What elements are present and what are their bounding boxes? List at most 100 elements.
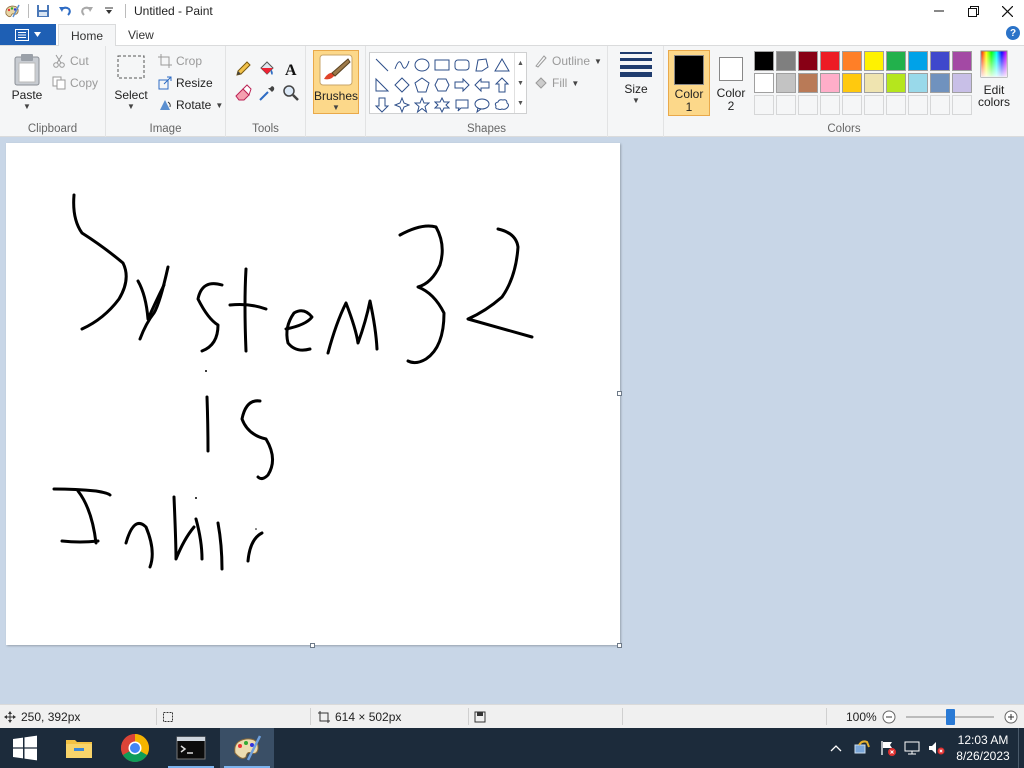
crop-button[interactable]: Crop <box>158 54 202 68</box>
custom-color-slot[interactable] <box>908 95 928 115</box>
palette-swatch[interactable] <box>930 51 950 71</box>
custom-color-slot[interactable] <box>776 95 796 115</box>
custom-color-slot[interactable] <box>842 95 862 115</box>
resize-button[interactable]: Resize <box>158 76 213 90</box>
palette-swatch[interactable] <box>754 73 774 93</box>
pencil-icon[interactable] <box>232 58 254 80</box>
redo-icon[interactable] <box>77 1 97 21</box>
up-arrow-shape-icon[interactable] <box>492 75 512 95</box>
restore-button[interactable] <box>956 0 990 22</box>
six-point-star-shape-icon[interactable] <box>432 95 452 115</box>
palette-swatch[interactable] <box>820 51 840 71</box>
left-arrow-shape-icon[interactable] <box>472 75 492 95</box>
palette-swatch[interactable] <box>864 51 884 71</box>
oval-shape-icon[interactable] <box>412 55 432 75</box>
zoom-in-button[interactable] <box>1004 705 1018 728</box>
palette-swatch[interactable] <box>776 51 796 71</box>
five-point-star-shape-icon[interactable] <box>412 95 432 115</box>
rounded-rectangle-shape-icon[interactable] <box>452 55 472 75</box>
cut-button[interactable]: Cut <box>52 54 89 68</box>
show-desktop-button[interactable] <box>1018 728 1024 768</box>
action-center-button[interactable] <box>876 739 900 757</box>
zoom-out-button[interactable] <box>882 705 896 728</box>
drawing-canvas[interactable] <box>6 143 622 648</box>
rotate-button[interactable]: Rotate ▼ <box>158 98 223 112</box>
custom-color-slot[interactable] <box>798 95 818 115</box>
copy-button[interactable]: Copy <box>52 76 98 90</box>
tab-view[interactable]: View <box>116 24 166 46</box>
select-button[interactable]: Select ▼ <box>112 54 150 111</box>
paste-button[interactable]: Paste ▼ <box>8 52 46 111</box>
diamond-shape-icon[interactable] <box>392 75 412 95</box>
undo-icon[interactable] <box>55 1 75 21</box>
palette-swatch[interactable] <box>798 51 818 71</box>
show-hidden-icons-button[interactable] <box>824 744 848 752</box>
four-point-star-shape-icon[interactable] <box>392 95 412 115</box>
down-arrow-shape-icon[interactable] <box>372 95 392 115</box>
resize-handle-right[interactable] <box>617 391 622 396</box>
resize-handle-bottom[interactable] <box>310 643 315 648</box>
rectangle-shape-icon[interactable] <box>432 55 452 75</box>
eraser-icon[interactable] <box>232 82 254 104</box>
oval-callout-shape-icon[interactable] <box>472 95 492 115</box>
palette-swatch[interactable] <box>952 51 972 71</box>
paint-taskbar-button[interactable] <box>220 728 274 768</box>
triangle-shape-icon[interactable] <box>492 55 512 75</box>
shapes-scrollbar[interactable]: ▲ ▼ ▼ <box>514 53 526 113</box>
magnifier-icon[interactable] <box>280 82 302 104</box>
palette-swatch[interactable] <box>842 51 862 71</box>
palette-swatch[interactable] <box>886 73 906 93</box>
tab-home[interactable]: Home <box>58 24 117 47</box>
customize-qat-icon[interactable] <box>99 1 119 21</box>
resize-handle-corner[interactable] <box>617 643 622 648</box>
text-icon[interactable]: A <box>280 58 302 80</box>
palette-swatch[interactable] <box>754 51 774 71</box>
cloud-callout-shape-icon[interactable] <box>492 95 512 115</box>
chrome-button[interactable] <box>108 728 162 768</box>
paint-app-icon[interactable] <box>2 1 22 21</box>
fill-bucket-icon[interactable] <box>256 58 278 80</box>
size-button[interactable]: Size ▼ <box>614 50 658 116</box>
color1-button[interactable]: Color 1 <box>668 50 710 116</box>
palette-swatch[interactable] <box>930 73 950 93</box>
zoom-slider-thumb[interactable] <box>946 709 955 725</box>
right-arrow-shape-icon[interactable] <box>452 75 472 95</box>
start-button[interactable] <box>0 728 50 768</box>
custom-color-slot[interactable] <box>930 95 950 115</box>
save-icon[interactable] <box>33 1 53 21</box>
polygon-shape-icon[interactable] <box>472 55 492 75</box>
custom-color-slot[interactable] <box>754 95 774 115</box>
rounded-callout-shape-icon[interactable] <box>452 95 472 115</box>
palette-swatch[interactable] <box>864 73 884 93</box>
custom-color-slot[interactable] <box>820 95 840 115</box>
palette-swatch[interactable] <box>908 51 928 71</box>
palette-swatch[interactable] <box>908 73 928 93</box>
right-triangle-shape-icon[interactable] <box>372 75 392 95</box>
network-button[interactable] <box>900 739 924 757</box>
close-button[interactable] <box>990 0 1024 22</box>
file-menu-button[interactable] <box>0 24 56 45</box>
line-shape-icon[interactable] <box>372 55 392 75</box>
hexagon-shape-icon[interactable] <box>432 75 452 95</box>
palette-swatch[interactable] <box>886 51 906 71</box>
clock[interactable]: 12:03 AM 8/26/2023 <box>948 732 1018 764</box>
palette-swatch[interactable] <box>820 73 840 93</box>
palette-swatch[interactable] <box>842 73 862 93</box>
color2-button[interactable]: Color 2 <box>712 50 750 116</box>
outline-button[interactable]: Outline ▼ <box>534 54 602 68</box>
pentagon-shape-icon[interactable] <box>412 75 432 95</box>
palette-swatch[interactable] <box>776 73 796 93</box>
help-icon[interactable]: ? <box>1006 26 1020 40</box>
color-picker-icon[interactable] <box>256 82 278 104</box>
command-prompt-button[interactable] <box>164 728 218 768</box>
palette-swatch[interactable] <box>952 73 972 93</box>
custom-color-slot[interactable] <box>864 95 884 115</box>
custom-color-slot[interactable] <box>886 95 906 115</box>
file-explorer-button[interactable] <box>52 728 106 768</box>
tray-app-button[interactable] <box>848 739 876 757</box>
curve-shape-icon[interactable] <box>392 55 412 75</box>
fill-button[interactable]: Fill ▼ <box>534 76 579 90</box>
volume-button[interactable] <box>924 739 948 757</box>
custom-color-slot[interactable] <box>952 95 972 115</box>
edit-colors-button[interactable]: Edit colors <box>976 50 1012 116</box>
